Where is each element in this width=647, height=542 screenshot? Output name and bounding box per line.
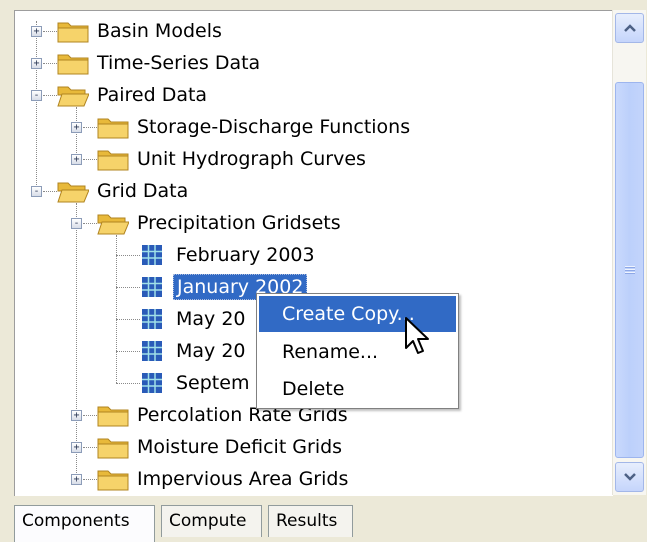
- tree-line: [116, 351, 140, 352]
- grip-icon: [624, 265, 635, 275]
- tree-line: [83, 447, 97, 448]
- expand-toggle-time-series[interactable]: +: [31, 58, 42, 69]
- tree-node-label[interactable]: May 20: [173, 307, 249, 331]
- tree-line: [83, 223, 97, 224]
- grid-icon: [142, 245, 162, 265]
- hms-component-window: + Basin Models + Time-Series Data - Pair…: [0, 0, 647, 542]
- menu-item-delete[interactable]: Delete: [259, 371, 456, 407]
- collapse-toggle-precipitation-gridsets[interactable]: -: [71, 218, 82, 229]
- tree-line: [43, 63, 57, 64]
- tree-line: [83, 159, 97, 160]
- mouse-cursor-icon: [405, 317, 429, 354]
- tab-compute[interactable]: Compute: [161, 505, 262, 537]
- tree-line: [116, 235, 117, 383]
- grid-icon: [142, 341, 162, 361]
- open-folder-icon: [97, 214, 129, 235]
- tree-line: [43, 95, 57, 96]
- folder-icon: [97, 118, 129, 139]
- tree-node-label[interactable]: Unit Hydrograph Curves: [134, 147, 369, 171]
- expand-toggle-storage-discharge[interactable]: +: [71, 122, 82, 133]
- tree-line: [83, 415, 97, 416]
- tree-line: [76, 203, 77, 481]
- tree-node-label[interactable]: Precipitation Gridsets: [134, 211, 344, 235]
- tab-bar: Components Compute Results: [14, 505, 644, 542]
- scroll-down-button[interactable]: [615, 462, 644, 492]
- expand-toggle-unit-hydrograph[interactable]: +: [71, 154, 82, 165]
- expand-toggle-percolation[interactable]: +: [71, 410, 82, 421]
- collapse-toggle-paired-data[interactable]: -: [31, 90, 42, 101]
- open-folder-icon: [57, 182, 89, 203]
- grid-icon: [142, 309, 162, 329]
- folder-icon: [57, 54, 89, 75]
- tree-line: [76, 107, 77, 159]
- tree-line: [116, 319, 140, 320]
- tree-node-label[interactable]: Septem: [173, 371, 252, 395]
- expand-toggle-basin-models[interactable]: +: [31, 26, 42, 37]
- tree-node-label[interactable]: Moisture Deficit Grids: [134, 435, 345, 459]
- chevron-down-icon: [623, 473, 636, 481]
- tree-line: [116, 383, 140, 384]
- folder-icon: [97, 150, 129, 171]
- tree-node-label[interactable]: Time-Series Data: [94, 51, 263, 75]
- scroll-up-button[interactable]: [615, 13, 644, 43]
- folder-icon: [97, 406, 129, 427]
- chevron-up-icon: [623, 24, 636, 32]
- folder-icon: [97, 470, 129, 491]
- grid-icon: [142, 277, 162, 297]
- component-tree[interactable]: + Basin Models + Time-Series Data - Pair…: [14, 10, 613, 496]
- folder-icon: [57, 22, 89, 43]
- tree-line: [36, 21, 37, 191]
- tree-line: [83, 127, 97, 128]
- grid-icon: [142, 373, 162, 393]
- open-folder-icon: [57, 86, 89, 107]
- tree-node-label[interactable]: Paired Data: [94, 83, 210, 107]
- tab-components[interactable]: Components: [14, 505, 155, 542]
- tree-line: [116, 287, 140, 288]
- collapse-toggle-grid-data[interactable]: -: [31, 186, 42, 197]
- tree-node-label[interactable]: February 2003: [173, 243, 318, 267]
- tree-node-label[interactable]: Impervious Area Grids: [134, 467, 351, 491]
- tree-node-label[interactable]: Storage-Discharge Functions: [134, 115, 413, 139]
- scrollbar-thumb[interactable]: [615, 82, 644, 458]
- tree-node-label[interactable]: Grid Data: [94, 179, 191, 203]
- expand-toggle-moisture-deficit[interactable]: +: [71, 442, 82, 453]
- tree-line: [43, 31, 57, 32]
- tree-line: [83, 479, 97, 480]
- tree-node-label[interactable]: Basin Models: [94, 19, 225, 43]
- tab-results[interactable]: Results: [268, 505, 353, 537]
- tree-line: [116, 255, 140, 256]
- tree-line: [43, 191, 57, 192]
- expand-toggle-impervious-area[interactable]: +: [71, 474, 82, 485]
- tree-node-label[interactable]: May 20: [173, 339, 249, 363]
- folder-icon: [97, 438, 129, 459]
- vertical-scrollbar[interactable]: [612, 10, 646, 495]
